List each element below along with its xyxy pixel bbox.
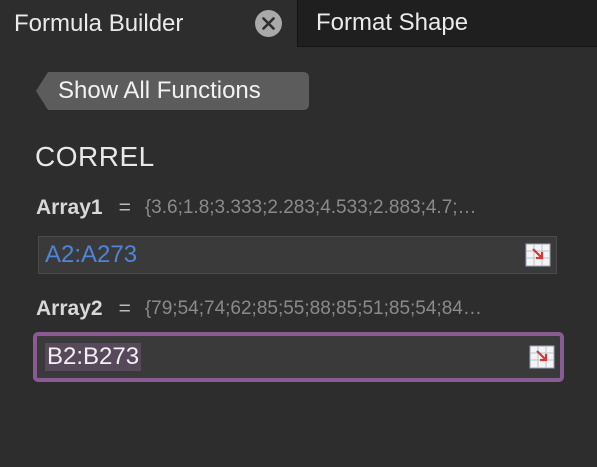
tab-format-shape-label: Format Shape — [316, 9, 469, 36]
array2-value[interactable]: B2:B273 — [45, 343, 142, 371]
range-select-icon[interactable] — [525, 243, 551, 267]
close-icon — [262, 17, 275, 30]
argument-preview: {79;54;74;62;85;55;88;85;51;85;54;84… — [144, 298, 482, 319]
argument-label: Array1 — [36, 196, 103, 219]
close-tab-button[interactable] — [255, 10, 282, 37]
argument-row-array1: Array1 = {3.6;1.8;3.333;2.283;4.533;2.88… — [36, 195, 566, 221]
equals-sign: = — [118, 196, 131, 219]
argument-label: Array2 — [36, 297, 103, 320]
array1-input[interactable]: A2:A273 — [38, 236, 557, 274]
show-all-functions-button[interactable]: Show All Functions — [36, 72, 309, 110]
equals-sign: = — [118, 297, 131, 320]
tab-formula-builder-label: Formula Builder — [14, 9, 184, 37]
function-name: CORREL — [35, 141, 155, 172]
tab-bar: Formula Builder Format Shape — [0, 0, 597, 47]
array2-input[interactable]: B2:B273 — [33, 332, 564, 382]
argument-preview: {3.6;1.8;3.333;2.283;4.533;2.883;4.7;… — [144, 197, 477, 218]
tab-formula-builder[interactable]: Formula Builder — [0, 0, 297, 47]
tab-format-shape[interactable]: Format Shape — [297, 0, 597, 47]
array1-value[interactable]: A2:A273 — [45, 241, 137, 269]
argument-row-array2: Array2 = {79;54;74;62;85;55;88;85;51;85;… — [36, 296, 566, 322]
range-select-icon[interactable] — [529, 345, 555, 369]
show-all-functions-label: Show All Functions — [58, 77, 261, 104]
